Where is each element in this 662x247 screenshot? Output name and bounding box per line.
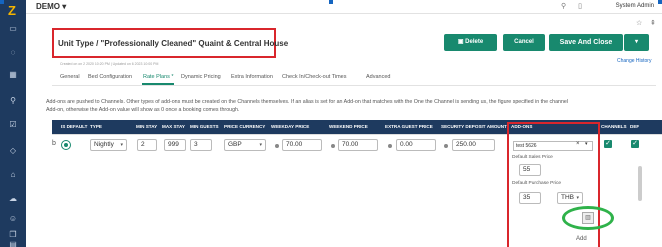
more-actions-button[interactable]: ▾	[624, 34, 649, 51]
th-is-default: IS DEFAULT	[61, 124, 88, 129]
addon-currency-select[interactable]: THB ▾	[557, 192, 583, 204]
checklist-icon[interactable]: ☑	[7, 120, 19, 130]
cloud-icon[interactable]: ☁	[7, 194, 19, 204]
addon-select[interactable]: test 5626	[513, 141, 593, 151]
extra-checkbox[interactable]: ✓	[631, 140, 639, 148]
th-type: TYPE	[90, 124, 102, 129]
min-guests-input[interactable]: 3	[190, 139, 212, 151]
th-max-stay: MAX STAY	[162, 124, 185, 129]
chevron-down-icon: ▾	[259, 142, 262, 148]
grid-icon[interactable]: ▦	[7, 70, 19, 80]
pin-page-icon[interactable]: ⇞	[650, 19, 656, 27]
top-bar: DEMO ▾ ⚲ ▯ System Admin	[26, 0, 662, 14]
weekday-price-input[interactable]: 70.00	[282, 139, 322, 151]
tab-check-in-out[interactable]: Check In/Check-out Times	[282, 74, 347, 80]
app-logo[interactable]: Z	[3, 2, 21, 20]
search-icon[interactable]: ⚲	[561, 3, 566, 10]
chevron-down-icon: ▾	[120, 142, 123, 148]
min-stay-input[interactable]: 2	[137, 139, 157, 151]
max-stay-input[interactable]: 999	[164, 139, 186, 151]
cancel-button[interactable]: Cancel	[503, 34, 545, 51]
copy-icon[interactable]: ❐	[7, 230, 19, 240]
weekend-bullet-icon	[331, 144, 335, 148]
favorite-icon[interactable]: ☆	[636, 19, 642, 27]
person-icon[interactable]: ☺	[7, 214, 19, 224]
top-icons: ⚲ ▯	[551, 2, 582, 10]
row-label: b	[52, 140, 56, 147]
price-currency-select[interactable]: GBP ▾	[224, 139, 266, 151]
mouse-icon[interactable]: ▯	[578, 3, 582, 10]
chevron-down-icon: ▾	[62, 2, 67, 11]
delete-button[interactable]: ▣ Delete	[444, 34, 497, 51]
default-purchase-price-label: Default Purchase Price	[512, 181, 562, 186]
tab-extra-information[interactable]: Extra Information	[231, 74, 273, 80]
th-security-deposit: SECURITY DEPOSIT AMOUNT	[441, 124, 507, 129]
add-addon-button[interactable]: Add	[576, 236, 587, 242]
trash-icon[interactable]: ▥	[582, 212, 594, 224]
weekend-price-input[interactable]: 70.00	[338, 139, 378, 151]
th-channels: CHANNELS	[601, 124, 627, 129]
default-purchase-price-input[interactable]: 35	[519, 192, 541, 204]
is-default-radio[interactable]	[61, 140, 71, 150]
selection-handle	[329, 0, 333, 4]
clear-icon[interactable]: ×	[576, 141, 580, 147]
tab-general[interactable]: General	[60, 74, 80, 80]
extra-guest-price-input[interactable]: 0.00	[396, 139, 436, 151]
tab-dynamic-pricing[interactable]: Dynamic Pricing	[181, 74, 221, 80]
tabs-divider	[52, 85, 656, 86]
security-deposit-input[interactable]: 250.00	[452, 139, 495, 151]
document-icon[interactable]: ▤	[7, 240, 19, 247]
addons-info-text: Add-ons are pushed to Channels. Other ty…	[46, 99, 569, 113]
default-sales-price-label: Default Sales Price	[512, 155, 553, 160]
th-extra: DEF	[630, 124, 640, 129]
brand-label: DEMO	[36, 2, 60, 11]
chat-icon[interactable]: ◌	[7, 48, 19, 58]
th-min-stay: MIN STAY	[136, 124, 158, 129]
th-weekend-price: WEEKEND PRICE	[329, 124, 368, 129]
th-extra-guest-price: EXTRA GUEST PRICE	[385, 124, 433, 129]
tab-advanced[interactable]: Advanced	[366, 74, 390, 80]
th-weekday-price: WEEKDAY PRICE	[271, 124, 310, 129]
extra-guest-bullet-icon	[388, 144, 392, 148]
channels-checkbox[interactable]: ✓	[604, 140, 612, 148]
weekday-bullet-icon	[275, 144, 279, 148]
th-min-guests: MIN GUESTS	[190, 124, 219, 129]
chevron-down-icon[interactable]: ▾	[585, 141, 588, 147]
default-sales-price-input[interactable]: 55	[519, 164, 541, 176]
inbox-icon[interactable]: ▭	[7, 24, 19, 34]
th-price-currency: PRICE CURRENCY	[224, 124, 266, 129]
sidebar: Z ▭ ◌ ▦ ⚲ ☑ ◇ ⌂ ☁ ☺ ❐ ▤	[0, 0, 26, 247]
tab-rate-plans[interactable]: Rate Plans *	[143, 74, 174, 80]
save-and-close-button[interactable]: Save And Close	[549, 34, 623, 51]
scrollbar[interactable]	[638, 166, 642, 201]
chevron-down-icon: ▾	[576, 195, 579, 201]
page-title: Unit Type / "Professionally Cleaned" Qua…	[58, 39, 289, 48]
selection-handle	[658, 0, 662, 4]
page-subtitle: Created on on 2 2020 10:20 PM | Updated …	[60, 62, 159, 66]
change-history-link[interactable]: Change History	[617, 58, 651, 64]
pin-icon[interactable]: ⚲	[7, 96, 19, 106]
type-select[interactable]: Nightly ▾	[90, 139, 127, 151]
tag-icon[interactable]: ◇	[7, 146, 19, 156]
user-menu[interactable]: System Admin	[616, 3, 654, 9]
brand-selector[interactable]: DEMO ▾	[36, 2, 66, 11]
selection-handle	[0, 0, 4, 4]
tab-bed-configuration[interactable]: Bed Configuration	[88, 74, 132, 80]
home-icon[interactable]: ⌂	[7, 170, 19, 180]
deposit-bullet-icon	[444, 144, 448, 148]
